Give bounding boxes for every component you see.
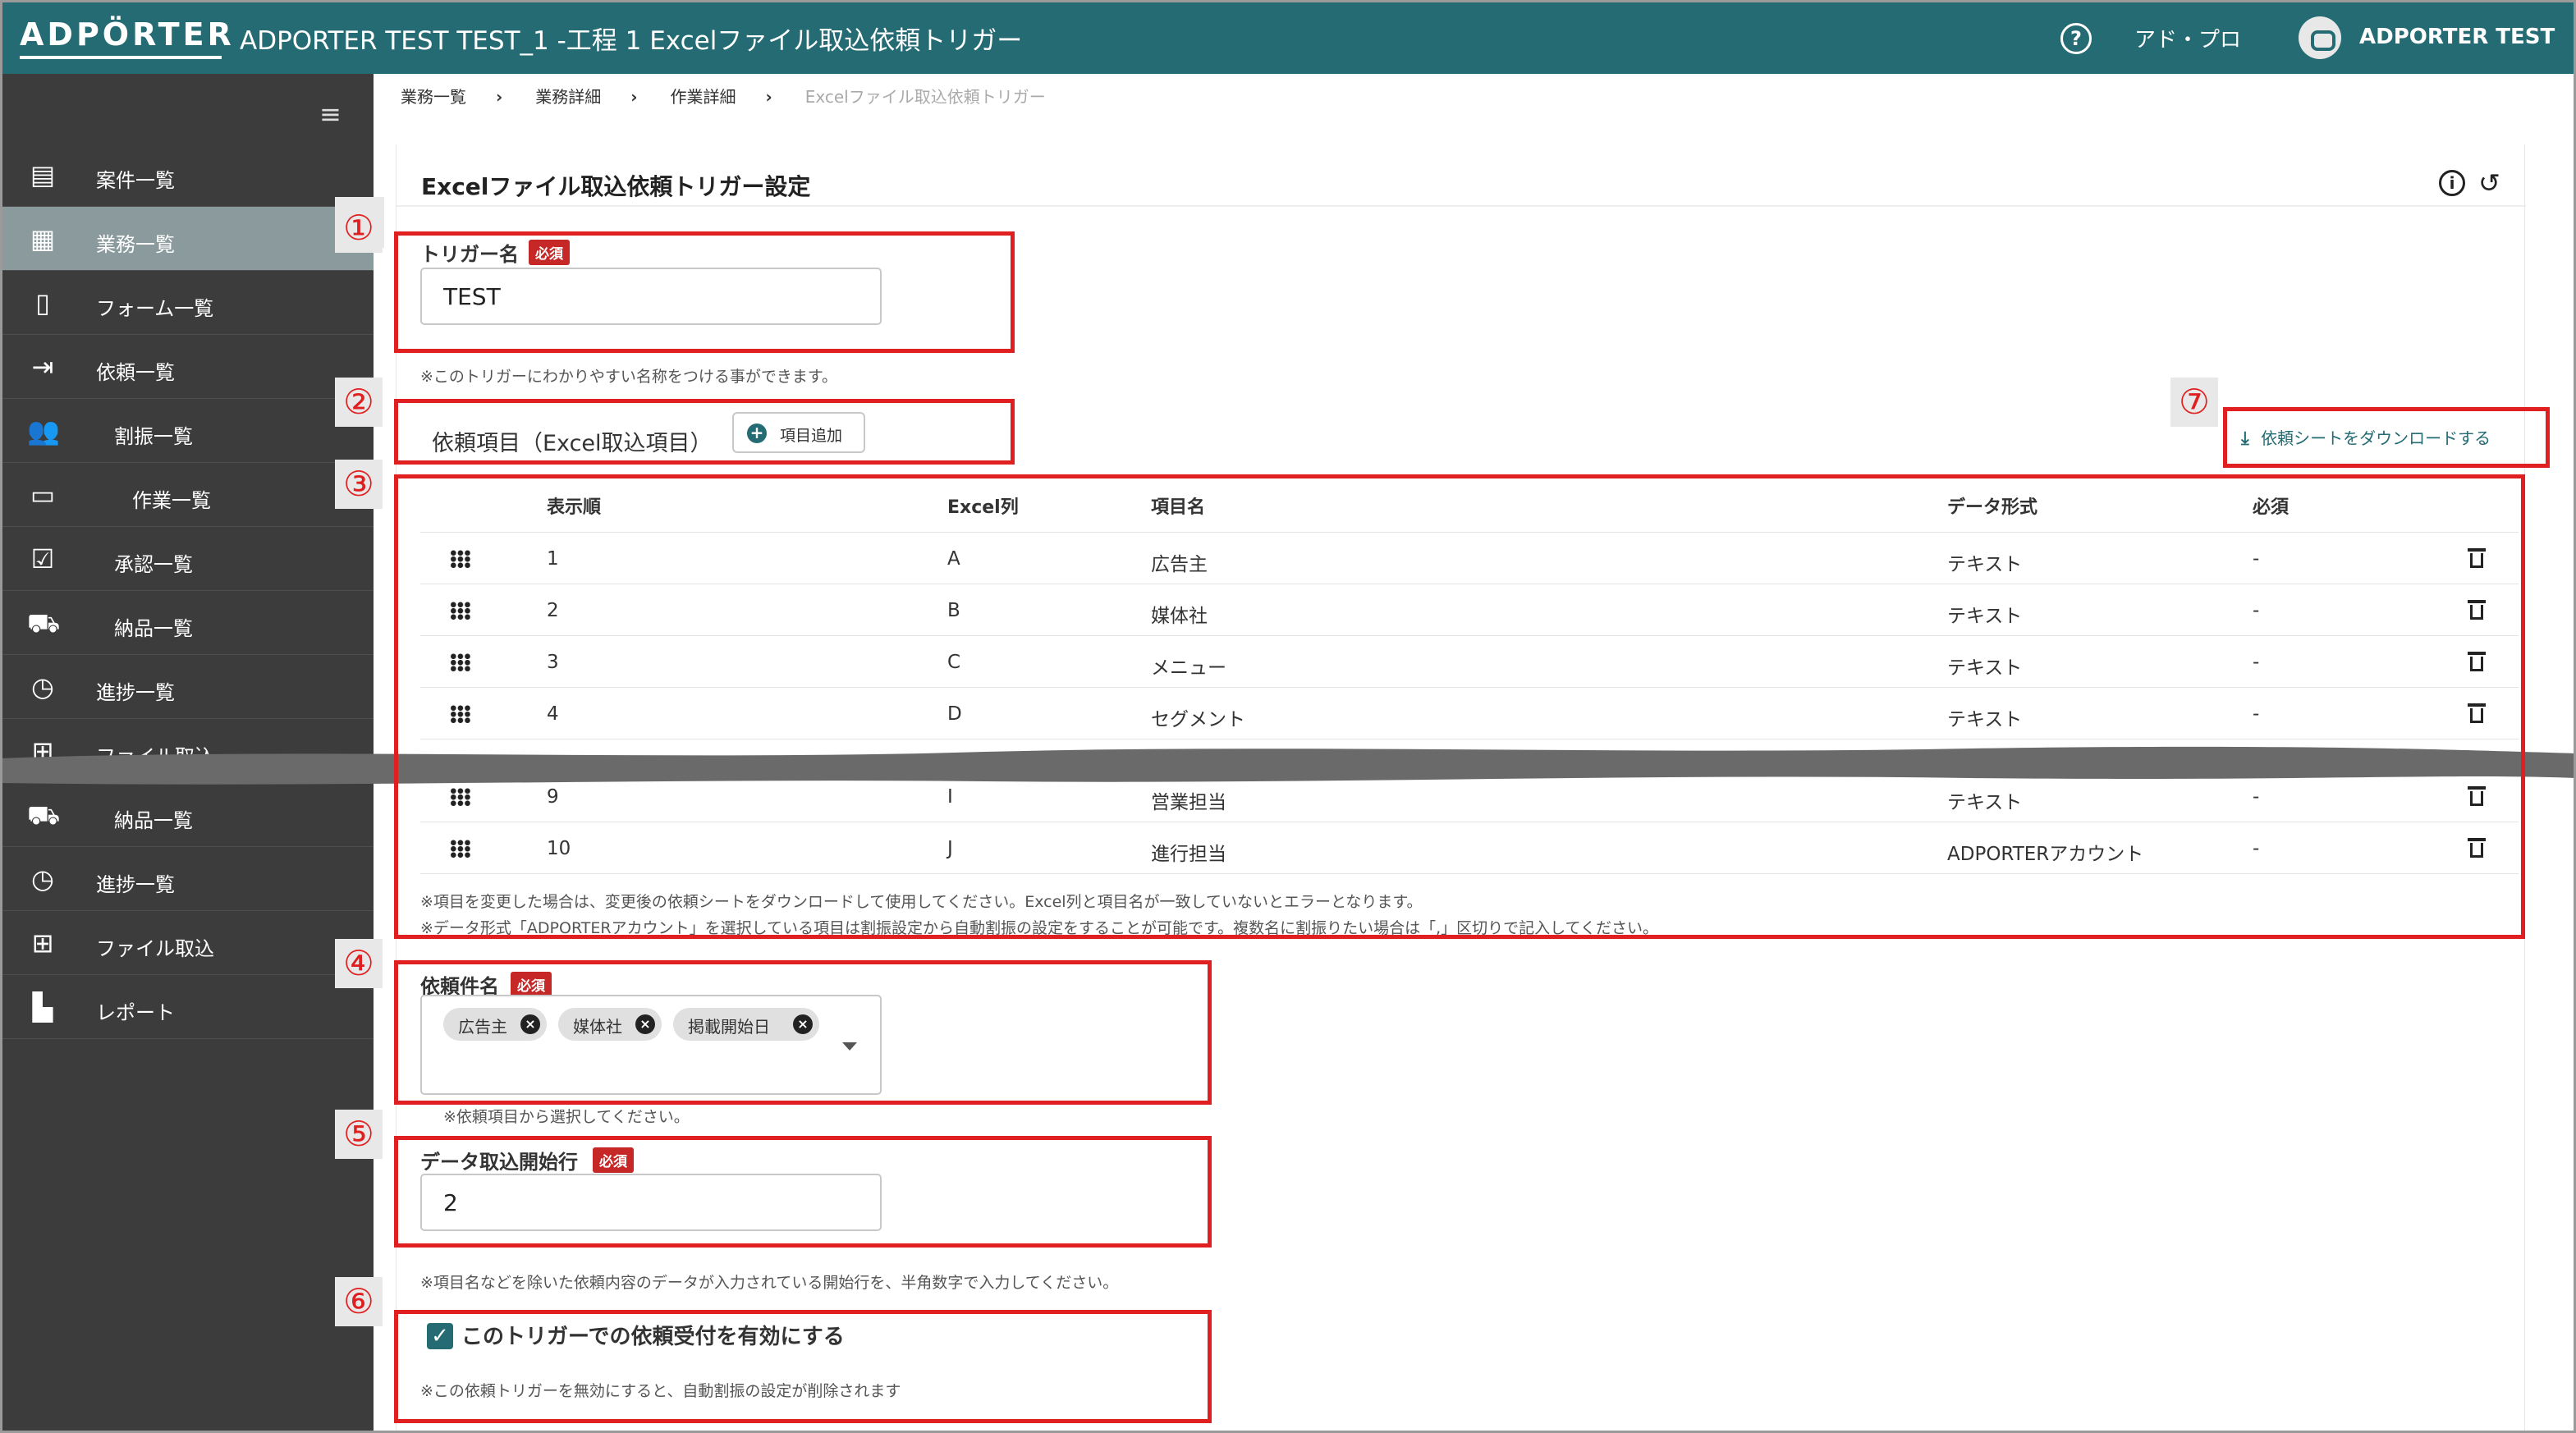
page-header-title: ADPORTER TEST TEST_1 -工程 1 Excelファイル取込依頼…	[240, 26, 1023, 56]
approval-icon: ☑	[30, 543, 55, 575]
annotation-box-5	[394, 1136, 1212, 1248]
annotation-2: ②	[335, 378, 383, 427]
sidebar-item-requests[interactable]: ⇥ 依頼一覧	[2, 335, 374, 399]
sidebar-item-label: 割振一覧	[114, 425, 193, 448]
sidebar-item-label: 作業一覧	[132, 489, 211, 512]
chevron-right-icon: ›	[765, 87, 772, 107]
annotation-box-3	[394, 474, 2525, 939]
sidebar-item-label: 進捗一覧	[96, 873, 175, 896]
chevron-right-icon: ›	[630, 87, 638, 107]
help-icon[interactable]: ?	[2060, 23, 2092, 54]
clock-icon: ◷	[31, 863, 54, 895]
sidebar-item-label: フォーム一覧	[96, 297, 214, 320]
breadcrumb: 業務一覧 › 業務詳細 › 作業詳細 › Excelファイル取込依頼トリガー	[401, 84, 1046, 108]
sidebar-item-label: 依頼一覧	[96, 361, 175, 384]
app-logo[interactable]: ADPÖRTER	[20, 16, 235, 53]
trigger-name-hint: ※このトリガーにわかりやすい名称をつける事ができます。	[420, 368, 838, 386]
annotation-box-4	[394, 960, 1212, 1105]
form-icon: ▯	[35, 287, 50, 318]
annotation-box-1	[394, 231, 1015, 353]
history-icon[interactable]: ↺	[2478, 167, 2500, 199]
sidebar-item-label: 業務一覧	[96, 233, 175, 256]
breadcrumb-business-detail[interactable]: 業務詳細	[535, 84, 601, 108]
breadcrumb-task-detail[interactable]: 作業詳細	[671, 84, 736, 108]
people-icon: 👥	[27, 415, 60, 446]
sidebar-item-label: 案件一覧	[96, 169, 175, 192]
sidebar-item-label: ファイル取込	[96, 937, 214, 960]
sidebar-item-label: 納品一覧	[114, 809, 193, 832]
app-header: ADPÖRTER ADPORTER TEST TEST_1 -工程 1 Exce…	[0, 0, 2576, 74]
logo-underline	[20, 56, 222, 59]
sidebar-item-forms[interactable]: ▯ フォーム一覧	[2, 271, 374, 335]
sidebar-item-tasks[interactable]: ▭ 作業一覧	[2, 463, 374, 527]
annotation-box-7	[2223, 407, 2550, 468]
sidebar-item-progress[interactable]: ◷ 進捗一覧	[2, 655, 374, 719]
sidebar-item-approvals[interactable]: ☑ 承認一覧	[2, 527, 374, 591]
bar-chart-icon: ▙	[32, 991, 53, 1023]
org-menu[interactable]: アド・プロ	[2134, 23, 2241, 53]
divider	[396, 205, 2526, 207]
table-add-icon: ⊞	[31, 927, 54, 959]
sidebar-item-report[interactable]: ▙ レポート	[2, 975, 374, 1039]
login-icon: ⇥	[31, 351, 54, 382]
subject-hint: ※依頼項目から選択してください。	[443, 1108, 690, 1126]
sidebar-item-label: 進捗一覧	[96, 681, 175, 704]
sidebar-item-cases[interactable]: ▤ 案件一覧	[2, 143, 374, 207]
sidebar-item-file-import-2[interactable]: ⊞ ファイル取込	[2, 911, 374, 975]
page-title: Excelファイル取込依頼トリガー設定	[421, 173, 811, 200]
annotation-7: ⑦	[2170, 378, 2218, 427]
truck-icon: ⛟	[27, 799, 61, 831]
menu-icon[interactable]: ≡	[319, 98, 341, 130]
sidebar-item-assign[interactable]: 👥 割振一覧	[2, 399, 374, 463]
annotation-1: ①	[335, 204, 383, 253]
info-icon[interactable]: i	[2439, 170, 2465, 196]
breadcrumb-current: Excelファイル取込依頼トリガー	[804, 87, 1046, 107]
annotation-box-2	[394, 399, 1015, 465]
breadcrumb-business-list[interactable]: 業務一覧	[401, 84, 466, 108]
start-row-hint: ※項目名などを除いた依頼内容のデータが入力されている開始行を、半角数字で入力して…	[420, 1274, 1119, 1292]
clock-icon: ◷	[31, 671, 54, 703]
truck-icon: ⛟	[27, 607, 61, 639]
sidebar-item-progress-2[interactable]: ◷ 進捗一覧	[2, 847, 374, 911]
building-icon: ▦	[30, 223, 56, 254]
chevron-right-icon: ›	[496, 87, 503, 107]
document-icon: ▤	[30, 159, 56, 190]
user-name[interactable]: ADPORTER TEST	[2359, 25, 2555, 49]
sidebar-item-label: 承認一覧	[114, 553, 193, 576]
annotation-5: ⑤	[335, 1110, 383, 1159]
sidebar-item-business[interactable]: ▦ 業務一覧	[2, 207, 374, 271]
avatar[interactable]	[2299, 16, 2341, 59]
sidebar-item-label: レポート	[96, 1001, 175, 1024]
annotation-4: ④	[335, 939, 383, 988]
annotation-3: ③	[335, 460, 383, 509]
annotation-6: ⑥	[335, 1277, 383, 1326]
monitor-icon: ▭	[30, 479, 56, 510]
sidebar-item-deliveries[interactable]: ⛟ 納品一覧	[2, 591, 374, 655]
annotation-box-6	[394, 1310, 1212, 1423]
sidebar-item-label: 納品一覧	[114, 617, 193, 640]
